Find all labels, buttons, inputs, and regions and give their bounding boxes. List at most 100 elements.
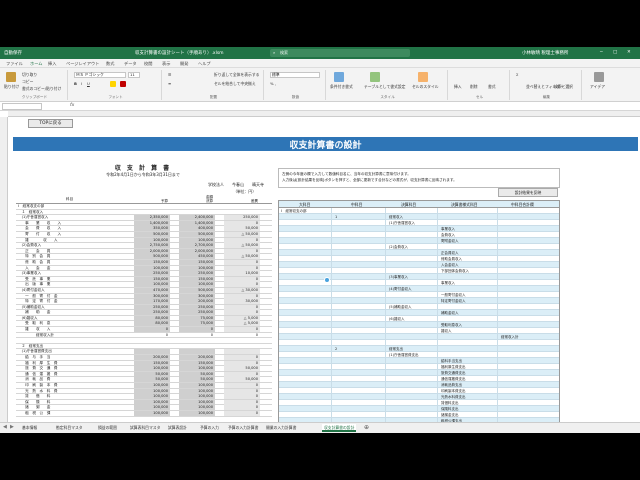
align-top-icon[interactable]: ☰ [168, 72, 171, 77]
design-cell[interactable]: 経常収入計 [501, 335, 519, 340]
design-cell[interactable]: (1)庁舎運営費支出 [389, 353, 418, 358]
format-painter-button[interactable]: 書式のコピー/貼り付け [22, 86, 61, 92]
cut-button[interactable]: 切り取り [22, 72, 37, 78]
tab-file[interactable]: ファイル [6, 61, 23, 67]
align-left-icon[interactable]: ≡ [168, 81, 171, 86]
design-table[interactable]: 大科目 中科目 決算科目 決算書様式科目 中科目合計欄 Ⅰ 経常収支の部 1 経常収… [278, 200, 560, 422]
italic-icon[interactable]: I [81, 81, 82, 86]
design-cell[interactable]: 正会員収入 [441, 251, 459, 256]
design-cell[interactable]: 入会金収入 [441, 263, 459, 268]
apply-design-button[interactable]: 設計結果を反映 [498, 188, 558, 197]
tab-formulas[interactable]: 数式 [106, 61, 114, 67]
sheet-tab[interactable]: 収支計算書の設計 [322, 424, 357, 432]
copy-button[interactable]: コピー [22, 79, 33, 85]
design-cell[interactable]: (4)寄付金収入 [389, 287, 411, 292]
sheet-tab[interactable]: 予算の入力 [200, 424, 219, 432]
sigma-icon[interactable]: Σ [516, 72, 518, 77]
design-cell[interactable]: 諸謝金支出 [441, 413, 459, 418]
paste-icon[interactable] [6, 72, 16, 82]
sheet-tab[interactable]: 基本情報 [22, 424, 37, 432]
font-name-select[interactable]: ＭＳ Ｐゴシック [74, 72, 126, 78]
format-as-table-button[interactable]: テーブルとして書式設定 [364, 84, 405, 90]
close-icon[interactable]: ✕ [627, 50, 631, 55]
tab-data[interactable]: データ [124, 61, 137, 67]
sheet-tab[interactable]: 勘定科目マスタ [56, 424, 83, 432]
underline-icon[interactable]: U [87, 81, 90, 86]
ideas-icon[interactable] [594, 72, 604, 82]
design-cell[interactable]: 特定寄付金収入 [441, 299, 466, 304]
delete-cells-button[interactable]: 削除 [470, 84, 478, 90]
design-cell[interactable]: 保険料支出 [441, 407, 459, 412]
find-select-button[interactable]: 検索と選択 [554, 84, 573, 90]
ideas-button[interactable]: アイデア [590, 84, 605, 90]
design-cell[interactable]: 旅費交通費支出 [441, 371, 466, 376]
design-cell[interactable]: 下部団体会費収入 [441, 269, 469, 274]
design-cell[interactable]: 経常支出 [389, 347, 403, 352]
conditional-format-icon[interactable] [334, 72, 344, 82]
user-name[interactable]: 小林敏晴 税理士事務所 [522, 50, 568, 56]
cell-styles-button[interactable]: セルのスタイル [412, 84, 439, 90]
number-format-select[interactable]: 標準 [270, 72, 320, 78]
design-cell[interactable]: 消耗品費支出 [441, 383, 462, 388]
format-cells-button[interactable]: 書式 [488, 84, 496, 90]
percent-icon[interactable]: % , [270, 81, 276, 86]
sheet-tab[interactable]: 開業の入力計算書 [266, 424, 296, 432]
cell-styles-icon[interactable] [418, 72, 428, 82]
sheet-tab[interactable]: 試算表設計 [168, 424, 187, 432]
design-cell[interactable]: 賃借料支出 [441, 401, 459, 406]
sheet-tab[interactable]: 試算表科目マスタ [130, 424, 160, 432]
merge-center-button[interactable]: セルを結合して中央揃え [214, 81, 256, 87]
design-cell[interactable]: 光熱水料費支出 [441, 395, 466, 400]
fx-icon[interactable]: fx [70, 103, 74, 108]
design-cell[interactable]: 2 [335, 347, 337, 351]
sheet-tab[interactable]: 予算の入力計算書 [228, 424, 258, 432]
tab-review[interactable]: 校閲 [144, 61, 152, 67]
bold-icon[interactable]: B [74, 81, 77, 86]
design-cell[interactable]: 経常収入 [389, 215, 403, 220]
insert-cells-button[interactable]: 挿入 [454, 84, 462, 90]
design-cell[interactable]: (6)雑収入 [389, 317, 404, 322]
name-box[interactable] [2, 103, 42, 110]
design-cell[interactable]: 受取利息収入 [441, 323, 462, 328]
design-cell[interactable]: 福利厚生費支出 [441, 365, 466, 370]
autosave-label[interactable]: 自動保存 [4, 50, 22, 56]
next-sheet-icon[interactable]: ▶ [10, 424, 14, 430]
wrap-text-button[interactable]: 折り返して全体を表示する [214, 72, 259, 78]
design-cell[interactable]: 通信運搬費支出 [441, 377, 466, 382]
font-size-select[interactable]: 11 [128, 72, 140, 78]
tab-view[interactable]: 表示 [162, 61, 170, 67]
tab-insert[interactable]: 挿入 [48, 61, 56, 67]
design-cell[interactable]: (5)補助金収入 [389, 305, 411, 310]
fill-color-icon[interactable] [110, 81, 116, 87]
design-cell[interactable]: 一般寄付金収入 [441, 293, 466, 298]
design-cell[interactable]: (1)庁舎運営収入 [389, 221, 415, 226]
sheet-tab[interactable]: 損益の範囲 [98, 424, 117, 432]
row-headers[interactable] [0, 117, 8, 422]
design-cell[interactable]: 1 [335, 215, 337, 219]
design-cell[interactable]: (2)会費収入 [389, 245, 408, 250]
paste-button[interactable]: 貼り付け [4, 84, 19, 90]
format-as-table-icon[interactable] [370, 72, 380, 82]
design-cell[interactable]: 給料手当支出 [441, 359, 462, 364]
font-color-icon[interactable] [120, 81, 126, 87]
design-cell[interactable]: 寄附金収入 [441, 239, 459, 244]
design-cell[interactable]: 会費収入 [441, 233, 455, 238]
worksheet-grid[interactable]: TOPに戻る 収支計算書の設計 収 支 計 算 書 令和2年4月1日から令和3年… [8, 117, 640, 422]
design-cell[interactable]: 賛助会員収入 [441, 257, 462, 262]
design-cell[interactable]: 事業収入 [441, 227, 455, 232]
minimize-icon[interactable]: ─ [600, 50, 603, 55]
tab-help[interactable]: ヘルプ [198, 61, 211, 67]
maximize-icon[interactable]: □ [613, 50, 617, 55]
conditional-format-button[interactable]: 条件付き書式 [330, 84, 353, 90]
design-cell[interactable]: Ⅰ 経常収支の部 [281, 209, 307, 214]
design-cell[interactable]: (3)事業収入 [389, 275, 408, 280]
add-sheet-icon[interactable]: ⊕ [364, 424, 369, 432]
search-box[interactable]: ⌕ 検索 [270, 49, 410, 57]
design-cell[interactable]: 事業収入 [441, 281, 455, 286]
tab-developer[interactable]: 開発 [180, 61, 188, 67]
design-cell[interactable]: 補助金収入 [441, 311, 459, 316]
design-cell[interactable]: 雑収入 [441, 329, 452, 334]
top-return-button[interactable]: TOPに戻る [28, 119, 73, 128]
design-cell[interactable]: 印刷製本費支出 [441, 389, 466, 394]
prev-sheet-icon[interactable]: ◀ [3, 424, 7, 430]
